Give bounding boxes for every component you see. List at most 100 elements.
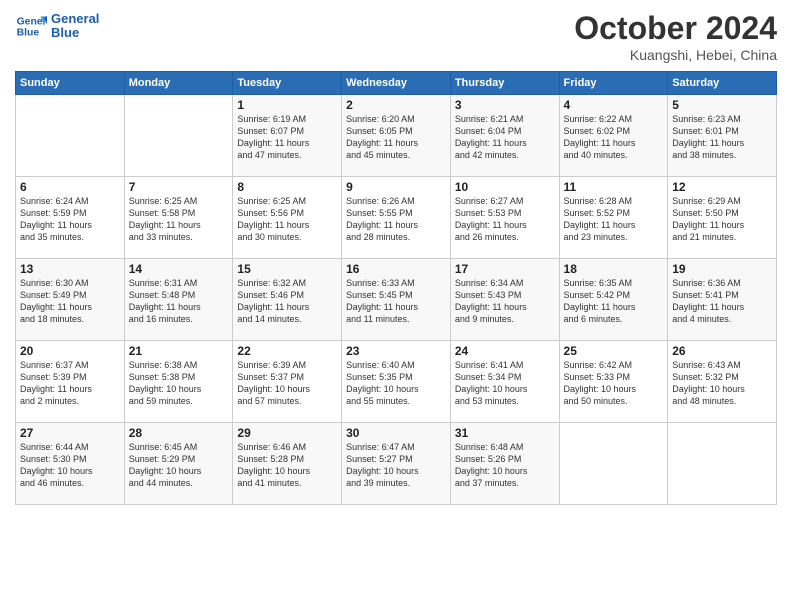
day-number: 6 <box>20 180 120 194</box>
title-block: October 2024 Kuangshi, Hebei, China <box>574 10 777 63</box>
cell-info: Sunrise: 6:38 AM Sunset: 5:38 PM Dayligh… <box>129 359 229 408</box>
day-number: 8 <box>237 180 337 194</box>
cell-info: Sunrise: 6:48 AM Sunset: 5:26 PM Dayligh… <box>455 441 555 490</box>
day-number: 25 <box>564 344 664 358</box>
cell-info: Sunrise: 6:23 AM Sunset: 6:01 PM Dayligh… <box>672 113 772 162</box>
logo-icon: General Blue <box>15 10 47 42</box>
calendar-cell: 21Sunrise: 6:38 AM Sunset: 5:38 PM Dayli… <box>124 341 233 423</box>
calendar-cell: 9Sunrise: 6:26 AM Sunset: 5:55 PM Daylig… <box>342 177 451 259</box>
logo-blue: Blue <box>51 26 99 40</box>
week-row-5: 27Sunrise: 6:44 AM Sunset: 5:30 PM Dayli… <box>16 423 777 505</box>
col-header-wednesday: Wednesday <box>342 72 451 95</box>
cell-info: Sunrise: 6:39 AM Sunset: 5:37 PM Dayligh… <box>237 359 337 408</box>
location-subtitle: Kuangshi, Hebei, China <box>574 47 777 63</box>
calendar-cell: 25Sunrise: 6:42 AM Sunset: 5:33 PM Dayli… <box>559 341 668 423</box>
month-title: October 2024 <box>574 10 777 47</box>
calendar-cell: 30Sunrise: 6:47 AM Sunset: 5:27 PM Dayli… <box>342 423 451 505</box>
cell-info: Sunrise: 6:43 AM Sunset: 5:32 PM Dayligh… <box>672 359 772 408</box>
day-number: 1 <box>237 98 337 112</box>
cell-info: Sunrise: 6:25 AM Sunset: 5:56 PM Dayligh… <box>237 195 337 244</box>
cell-info: Sunrise: 6:28 AM Sunset: 5:52 PM Dayligh… <box>564 195 664 244</box>
calendar-cell: 28Sunrise: 6:45 AM Sunset: 5:29 PM Dayli… <box>124 423 233 505</box>
day-number: 24 <box>455 344 555 358</box>
day-number: 11 <box>564 180 664 194</box>
cell-info: Sunrise: 6:44 AM Sunset: 5:30 PM Dayligh… <box>20 441 120 490</box>
svg-text:Blue: Blue <box>17 28 40 39</box>
cell-info: Sunrise: 6:21 AM Sunset: 6:04 PM Dayligh… <box>455 113 555 162</box>
day-number: 12 <box>672 180 772 194</box>
calendar-cell: 12Sunrise: 6:29 AM Sunset: 5:50 PM Dayli… <box>668 177 777 259</box>
calendar-cell: 22Sunrise: 6:39 AM Sunset: 5:37 PM Dayli… <box>233 341 342 423</box>
cell-info: Sunrise: 6:20 AM Sunset: 6:05 PM Dayligh… <box>346 113 446 162</box>
cell-info: Sunrise: 6:29 AM Sunset: 5:50 PM Dayligh… <box>672 195 772 244</box>
week-row-4: 20Sunrise: 6:37 AM Sunset: 5:39 PM Dayli… <box>16 341 777 423</box>
week-row-3: 13Sunrise: 6:30 AM Sunset: 5:49 PM Dayli… <box>16 259 777 341</box>
calendar-cell: 19Sunrise: 6:36 AM Sunset: 5:41 PM Dayli… <box>668 259 777 341</box>
cell-info: Sunrise: 6:30 AM Sunset: 5:49 PM Dayligh… <box>20 277 120 326</box>
col-header-saturday: Saturday <box>668 72 777 95</box>
calendar-cell: 11Sunrise: 6:28 AM Sunset: 5:52 PM Dayli… <box>559 177 668 259</box>
calendar-cell: 17Sunrise: 6:34 AM Sunset: 5:43 PM Dayli… <box>450 259 559 341</box>
calendar-cell <box>16 95 125 177</box>
day-number: 16 <box>346 262 446 276</box>
calendar-cell: 2Sunrise: 6:20 AM Sunset: 6:05 PM Daylig… <box>342 95 451 177</box>
calendar-cell: 24Sunrise: 6:41 AM Sunset: 5:34 PM Dayli… <box>450 341 559 423</box>
col-header-thursday: Thursday <box>450 72 559 95</box>
logo: General Blue General Blue <box>15 10 99 42</box>
cell-info: Sunrise: 6:27 AM Sunset: 5:53 PM Dayligh… <box>455 195 555 244</box>
cell-info: Sunrise: 6:37 AM Sunset: 5:39 PM Dayligh… <box>20 359 120 408</box>
cell-info: Sunrise: 6:22 AM Sunset: 6:02 PM Dayligh… <box>564 113 664 162</box>
header: General Blue General Blue October 2024 K… <box>15 10 777 63</box>
day-number: 15 <box>237 262 337 276</box>
calendar-cell: 1Sunrise: 6:19 AM Sunset: 6:07 PM Daylig… <box>233 95 342 177</box>
calendar-cell: 8Sunrise: 6:25 AM Sunset: 5:56 PM Daylig… <box>233 177 342 259</box>
calendar-cell: 14Sunrise: 6:31 AM Sunset: 5:48 PM Dayli… <box>124 259 233 341</box>
cell-info: Sunrise: 6:33 AM Sunset: 5:45 PM Dayligh… <box>346 277 446 326</box>
cell-info: Sunrise: 6:36 AM Sunset: 5:41 PM Dayligh… <box>672 277 772 326</box>
calendar-cell: 31Sunrise: 6:48 AM Sunset: 5:26 PM Dayli… <box>450 423 559 505</box>
page: General Blue General Blue October 2024 K… <box>0 0 792 612</box>
calendar-cell: 13Sunrise: 6:30 AM Sunset: 5:49 PM Dayli… <box>16 259 125 341</box>
day-number: 5 <box>672 98 772 112</box>
day-number: 2 <box>346 98 446 112</box>
day-number: 23 <box>346 344 446 358</box>
calendar-cell: 20Sunrise: 6:37 AM Sunset: 5:39 PM Dayli… <box>16 341 125 423</box>
cell-info: Sunrise: 6:47 AM Sunset: 5:27 PM Dayligh… <box>346 441 446 490</box>
col-header-tuesday: Tuesday <box>233 72 342 95</box>
day-number: 9 <box>346 180 446 194</box>
day-number: 21 <box>129 344 229 358</box>
week-row-2: 6Sunrise: 6:24 AM Sunset: 5:59 PM Daylig… <box>16 177 777 259</box>
day-number: 19 <box>672 262 772 276</box>
day-number: 10 <box>455 180 555 194</box>
cell-info: Sunrise: 6:25 AM Sunset: 5:58 PM Dayligh… <box>129 195 229 244</box>
calendar-cell <box>559 423 668 505</box>
calendar-cell: 23Sunrise: 6:40 AM Sunset: 5:35 PM Dayli… <box>342 341 451 423</box>
calendar-cell: 26Sunrise: 6:43 AM Sunset: 5:32 PM Dayli… <box>668 341 777 423</box>
calendar-cell: 18Sunrise: 6:35 AM Sunset: 5:42 PM Dayli… <box>559 259 668 341</box>
logo-general: General <box>51 12 99 26</box>
col-header-sunday: Sunday <box>16 72 125 95</box>
day-number: 31 <box>455 426 555 440</box>
day-number: 27 <box>20 426 120 440</box>
cell-info: Sunrise: 6:24 AM Sunset: 5:59 PM Dayligh… <box>20 195 120 244</box>
calendar-cell: 27Sunrise: 6:44 AM Sunset: 5:30 PM Dayli… <box>16 423 125 505</box>
col-header-friday: Friday <box>559 72 668 95</box>
cell-info: Sunrise: 6:31 AM Sunset: 5:48 PM Dayligh… <box>129 277 229 326</box>
col-header-monday: Monday <box>124 72 233 95</box>
week-row-1: 1Sunrise: 6:19 AM Sunset: 6:07 PM Daylig… <box>16 95 777 177</box>
calendar-cell: 4Sunrise: 6:22 AM Sunset: 6:02 PM Daylig… <box>559 95 668 177</box>
day-number: 30 <box>346 426 446 440</box>
day-number: 7 <box>129 180 229 194</box>
day-number: 20 <box>20 344 120 358</box>
day-number: 26 <box>672 344 772 358</box>
calendar-body: 1Sunrise: 6:19 AM Sunset: 6:07 PM Daylig… <box>16 95 777 505</box>
day-number: 13 <box>20 262 120 276</box>
cell-info: Sunrise: 6:32 AM Sunset: 5:46 PM Dayligh… <box>237 277 337 326</box>
cell-info: Sunrise: 6:46 AM Sunset: 5:28 PM Dayligh… <box>237 441 337 490</box>
calendar-cell: 5Sunrise: 6:23 AM Sunset: 6:01 PM Daylig… <box>668 95 777 177</box>
day-number: 14 <box>129 262 229 276</box>
calendar-cell <box>668 423 777 505</box>
day-number: 29 <box>237 426 337 440</box>
cell-info: Sunrise: 6:45 AM Sunset: 5:29 PM Dayligh… <box>129 441 229 490</box>
day-number: 18 <box>564 262 664 276</box>
